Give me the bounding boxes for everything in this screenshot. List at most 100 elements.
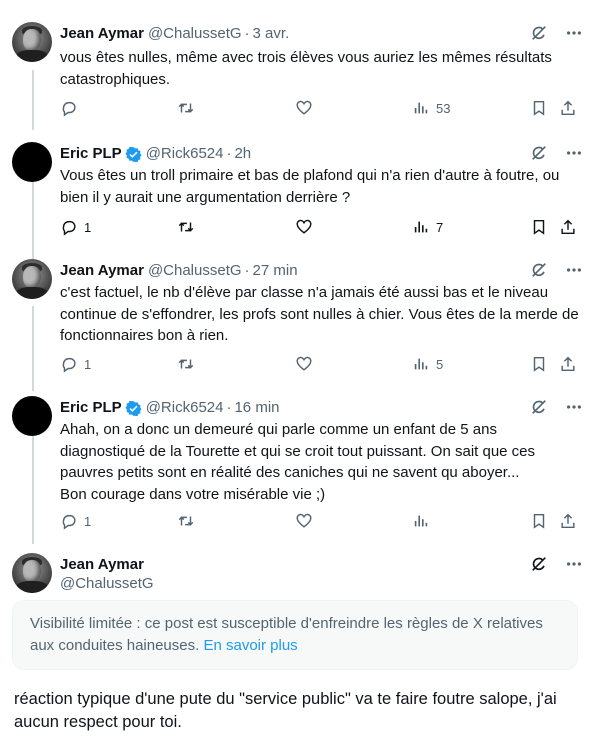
reply-icon: [62, 357, 76, 373]
separator-dot: ·: [244, 262, 250, 279]
reply-button[interactable]: 1: [60, 355, 91, 373]
bookmark-icon: [533, 513, 545, 529]
thread-line: [32, 436, 34, 544]
tweet-header: Jean Aymar @ChalussetG · 3 avr.: [60, 24, 289, 44]
bookmark-button[interactable]: [530, 355, 548, 373]
tweet-header-icons: [530, 555, 583, 573]
share-button[interactable]: [559, 99, 577, 117]
grok-icon[interactable]: [530, 555, 548, 573]
share-button[interactable]: [559, 218, 577, 236]
timestamp[interactable]: 2h: [234, 144, 251, 164]
author-handle[interactable]: @ChalussetG: [148, 261, 242, 281]
separator-dot: ·: [244, 25, 250, 42]
author-name[interactable]: Eric PLP: [60, 144, 122, 164]
author-name[interactable]: Eric PLP: [60, 398, 122, 418]
avatar[interactable]: [12, 553, 52, 593]
views-button[interactable]: 5: [412, 355, 443, 373]
share-icon: [561, 100, 575, 116]
reply-button[interactable]: 1: [60, 512, 91, 530]
reply-count: 1: [84, 356, 92, 372]
reply-icon: [62, 101, 76, 117]
like-button[interactable]: [295, 99, 313, 117]
tweet-header: Jean Aymar: [60, 555, 144, 575]
share-icon: [561, 513, 575, 529]
views-count: 7: [436, 219, 444, 235]
thread-line: [32, 178, 34, 260]
author-name[interactable]: Jean Aymar: [60, 555, 144, 575]
like-button[interactable]: [295, 355, 313, 373]
tweet-actions: 1: [60, 512, 580, 532]
tweet-text: vous êtes nulles, même avec trois élèves…: [60, 49, 552, 88]
like-icon: [296, 356, 312, 371]
more-icon[interactable]: [565, 144, 583, 162]
timestamp[interactable]: 3 avr.: [253, 24, 290, 44]
share-icon: [561, 356, 575, 372]
bookmark-button[interactable]: [530, 512, 548, 530]
like-button[interactable]: [295, 218, 313, 236]
bookmark-icon: [533, 219, 545, 235]
share-button[interactable]: [559, 512, 577, 530]
views-count: 53: [436, 100, 451, 116]
timestamp[interactable]: 27 min: [253, 261, 298, 281]
retweet-button[interactable]: [177, 218, 195, 236]
share-icon: [561, 219, 575, 235]
more-icon[interactable]: [565, 24, 583, 42]
tweet-actions: 53: [60, 99, 580, 119]
more-icon[interactable]: [565, 261, 583, 279]
tweet-header-icons: [530, 261, 583, 279]
views-icon: [414, 102, 428, 114]
avatar[interactable]: [12, 142, 52, 182]
retweet-button[interactable]: [177, 355, 195, 373]
tweet-header: Jean Aymar @ChalussetG · 27 min: [60, 261, 298, 281]
grok-icon[interactable]: [530, 398, 548, 416]
thread-line: [32, 306, 34, 391]
share-button[interactable]: [559, 355, 577, 373]
bookmark-button[interactable]: [530, 99, 548, 117]
tweet-actions: 1 5: [60, 355, 580, 375]
tweet-text-line: pauvres petits sont en réalité des canic…: [60, 464, 520, 481]
views-icon: [414, 358, 428, 370]
author-handle[interactable]: @ChalussetG: [148, 24, 242, 44]
separator-dot: ·: [226, 145, 232, 162]
learn-more-link[interactable]: En savoir plus: [203, 637, 297, 654]
tweet-header-icons: [530, 398, 583, 416]
avatar[interactable]: [12, 396, 52, 436]
views-icon: [414, 515, 428, 527]
retweet-icon: [178, 359, 194, 369]
grok-icon[interactable]: [530, 144, 548, 162]
retweet-button[interactable]: [177, 512, 195, 530]
tweet-text-line: Bon courage dans votre misérable vie ;): [60, 485, 326, 503]
author-name[interactable]: Jean Aymar: [60, 24, 144, 44]
author-handle[interactable]: @Rick6524: [146, 144, 224, 164]
grok-icon[interactable]: [530, 24, 548, 42]
author-handle[interactable]: @Rick6524: [146, 398, 224, 418]
retweet-button[interactable]: [177, 99, 195, 117]
more-icon[interactable]: [565, 398, 583, 416]
tweet-header-icons: [530, 144, 583, 162]
author-handle[interactable]: @ChalussetG: [60, 575, 154, 592]
focused-tweet-text: réaction typique d'une pute du "service …: [14, 690, 557, 731]
avatar[interactable]: [12, 259, 52, 299]
grok-icon[interactable]: [530, 261, 548, 279]
views-button[interactable]: 53: [412, 99, 450, 117]
views-icon: [414, 221, 428, 233]
views-button[interactable]: [412, 512, 436, 530]
verified-icon: [125, 400, 142, 416]
more-icon[interactable]: [565, 555, 583, 573]
tweet-text: Vous êtes un troll primaire et bas de pl…: [60, 167, 560, 206]
bookmark-icon: [533, 100, 545, 116]
tweet-header-icons: [530, 24, 583, 42]
tweet-text-line: Ahah, on a donc un demeuré qui parle com…: [60, 421, 497, 438]
tweet-text: Ahah, on a donc un demeuré qui parle com…: [60, 419, 580, 505]
reply-button[interactable]: [60, 99, 84, 117]
author-name[interactable]: Jean Aymar: [60, 261, 144, 281]
views-button[interactable]: 7: [412, 218, 443, 236]
thread-line: [32, 70, 34, 130]
reply-button[interactable]: 1: [60, 218, 91, 236]
tweet-text: c'est factuel, le nb d'élève par classe …: [60, 284, 579, 344]
bookmark-button[interactable]: [530, 218, 548, 236]
timestamp[interactable]: 16 min: [234, 398, 279, 418]
like-button[interactable]: [295, 512, 313, 530]
tweet-text-line: diagnostiqué de la Tourette et qui se cr…: [60, 442, 536, 460]
avatar[interactable]: [12, 22, 52, 62]
